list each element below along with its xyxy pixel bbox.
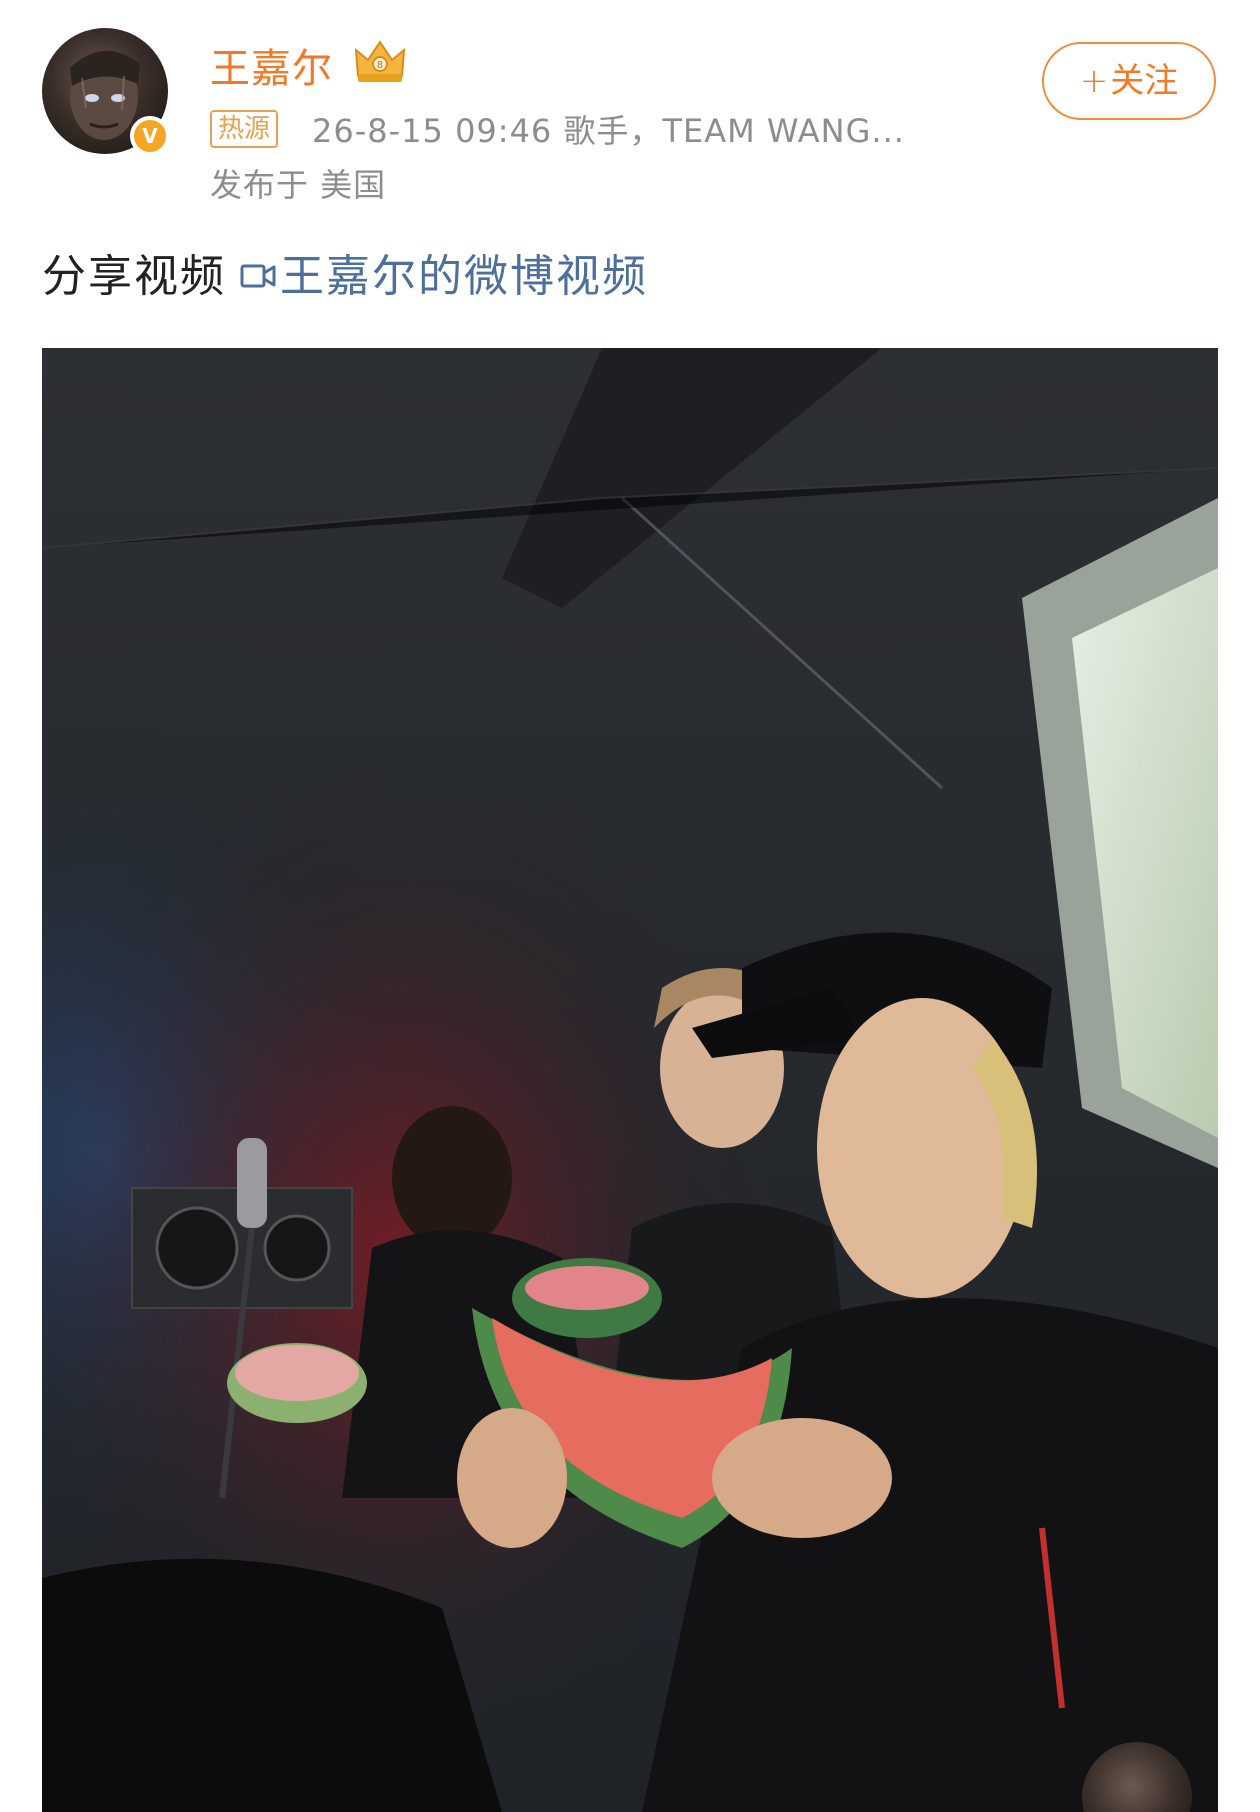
follow-label: 关注 [1110,61,1179,101]
post-location: 发布于 美国 [210,166,387,204]
follow-button[interactable]: +关注 [1042,42,1216,120]
video-thumbnail [42,348,1218,1812]
verified-v-icon: V [130,116,170,156]
username[interactable]: 王嘉尔 [210,36,333,94]
video-link-label: 王嘉尔的微博视频 [280,251,648,302]
post-text: 分享视频 王嘉尔的微博视频 [42,240,648,304]
svg-text:8: 8 [377,60,383,71]
crown-icon: 8 [354,40,406,82]
post-meta: 26-8-15 09:46 歌手，TEAM WANG... [312,112,905,150]
plus-icon: + [1079,61,1109,101]
hot-source-badge: 热源 [210,110,279,148]
video-camera-icon [240,264,276,288]
video-player[interactable] [42,348,1218,1812]
weibo-post-page: V 王嘉尔 8 热源 26-8-15 09:46 歌手，TEAM WANG...… [0,0,1260,1812]
post-body: 分享视频 [42,251,226,302]
video-link[interactable]: 王嘉尔的微博视频 [226,251,648,302]
